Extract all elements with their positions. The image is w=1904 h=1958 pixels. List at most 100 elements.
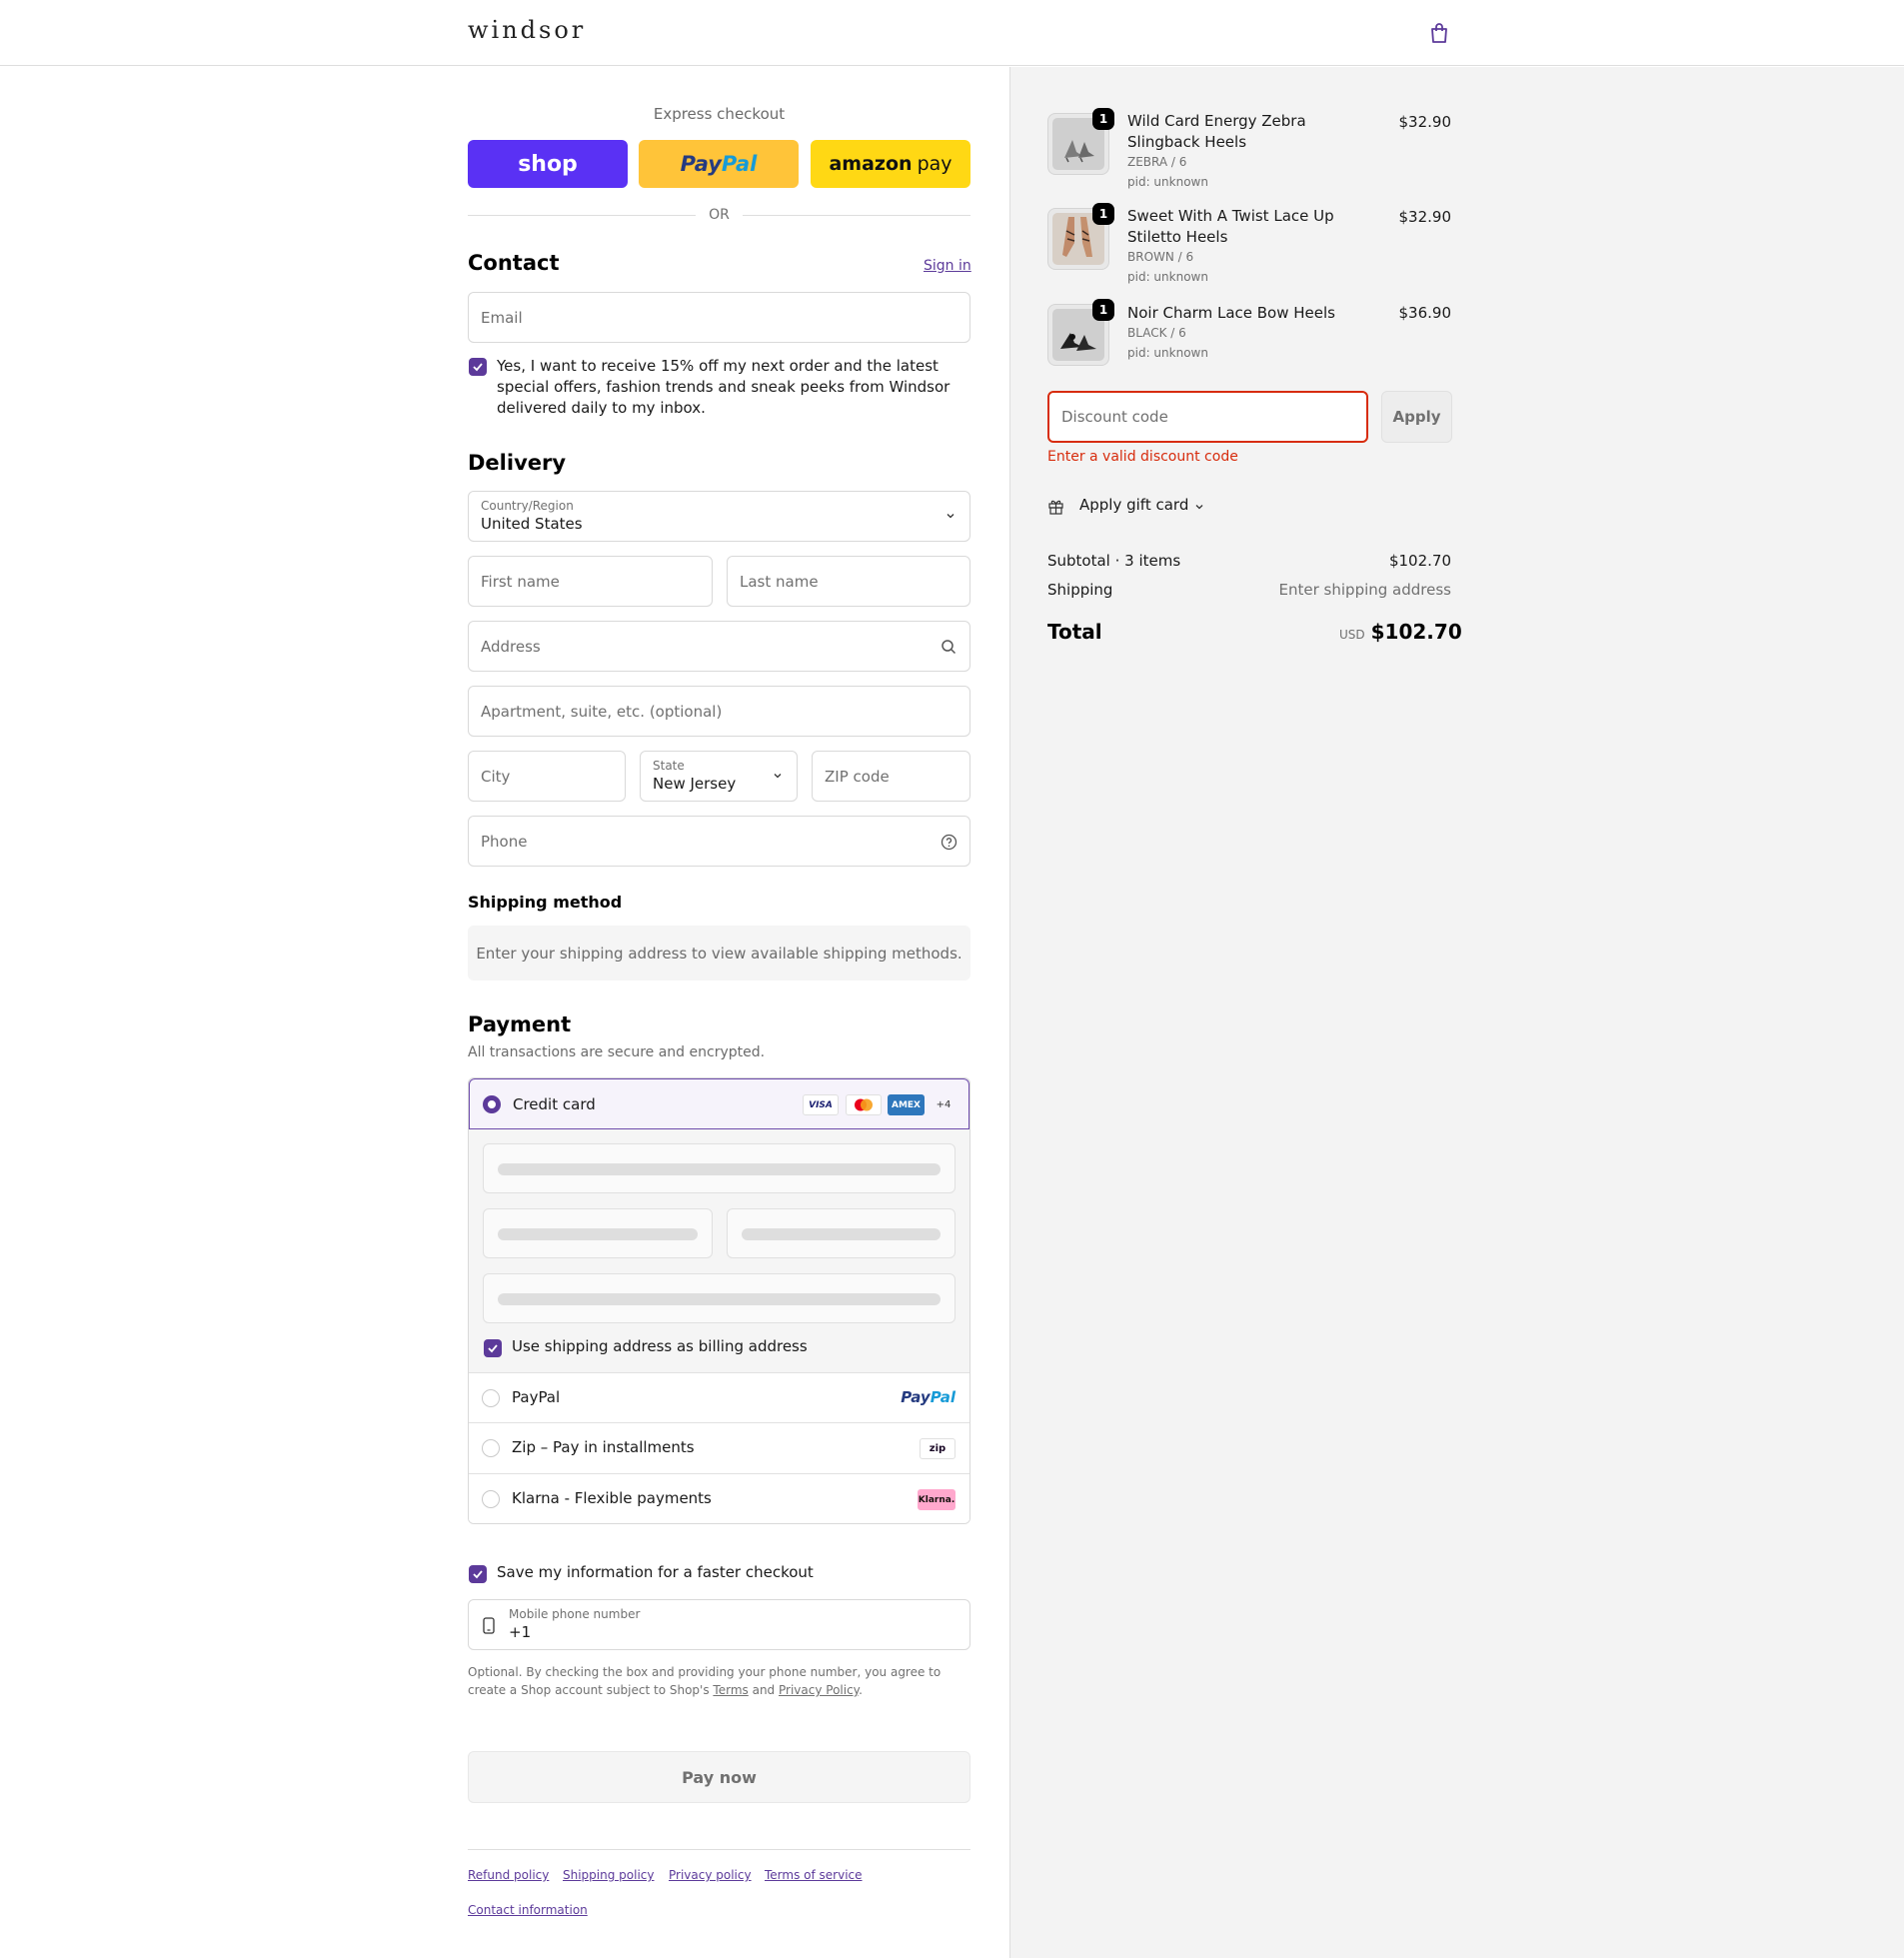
disclaimer-period: . <box>859 1683 863 1697</box>
address-field[interactable]: Address <box>468 621 970 672</box>
state-label: State <box>653 759 685 773</box>
billing-same-label: Use shipping address as billing address <box>512 1337 808 1355</box>
country-select[interactable]: Country/Region United States <box>468 491 970 542</box>
email-placeholder: Email <box>481 308 523 327</box>
zip-code-field[interactable]: ZIP code <box>812 751 970 802</box>
quantity-badge: 1 <box>1092 299 1114 321</box>
delivery-heading: Delivery <box>468 451 567 475</box>
payment-subtitle: All transactions are secure and encrypte… <box>468 1044 766 1060</box>
currency-code: USD <box>1339 628 1365 642</box>
zip-logo: zip <box>920 1438 955 1459</box>
discount-code-field[interactable]: Discount code <box>1047 391 1368 443</box>
email-field[interactable]: Email <box>468 292 970 343</box>
country-label: Country/Region <box>481 499 574 513</box>
paypal-logo-pal: Pal <box>721 152 758 176</box>
credit-card-form: Use shipping address as billing address <box>469 1129 969 1372</box>
phone-field[interactable]: Phone <box>468 816 970 867</box>
credit-card-option[interactable]: Credit card VISA AMEX +4 <box>469 1078 969 1129</box>
card-number-field[interactable] <box>483 1143 955 1193</box>
paypal-label: PayPal <box>512 1388 561 1406</box>
shipping-label: Shipping <box>1047 581 1113 599</box>
shipping-method-notice-text: Enter your shipping address to view avai… <box>476 944 962 963</box>
mobile-phone-icon <box>483 1617 495 1634</box>
disclaimer-and: and <box>752 1683 776 1697</box>
last-name-field[interactable]: Last name <box>727 556 970 607</box>
total-amount: USD $102.70 <box>1339 620 1462 644</box>
cart-item-price: $36.90 <box>1398 304 1452 322</box>
paypal-option[interactable]: PayPal PayPal <box>469 1372 969 1422</box>
chevron-down-icon <box>1195 505 1203 510</box>
terms-link[interactable]: Terms <box>713 1683 748 1697</box>
apply-gift-card-toggle[interactable]: Apply gift card <box>1047 496 1227 518</box>
zip-radio[interactable] <box>482 1439 500 1457</box>
shipping-value: Enter shipping address <box>1278 581 1451 599</box>
marketing-optin-checkbox[interactable] <box>469 358 487 376</box>
cart-item-name: Wild Card Energy Zebra Slingback Heels <box>1127 112 1306 151</box>
shop-pay-button[interactable]: shop <box>468 140 628 188</box>
quantity-badge: 1 <box>1092 203 1114 225</box>
cart-item-price: $32.90 <box>1398 113 1452 131</box>
first-name-field[interactable]: First name <box>468 556 713 607</box>
terms-of-service-link[interactable]: Terms of service <box>765 1868 863 1882</box>
payment-methods: Credit card VISA AMEX +4 Use shipping ad… <box>468 1077 970 1524</box>
subtotal-value: $102.70 <box>1388 552 1451 570</box>
more-cards-badge: +4 <box>936 1099 952 1110</box>
shopping-bag-icon[interactable] <box>1429 22 1449 44</box>
name-on-card-field[interactable] <box>483 1273 955 1323</box>
state-select[interactable]: State New Jersey <box>640 751 798 802</box>
contact-information-link[interactable]: Contact information <box>468 1903 588 1917</box>
visa-icon: VISA <box>803 1094 839 1115</box>
sign-in-link[interactable]: Sign in <box>924 258 971 274</box>
apply-discount-button[interactable]: Apply <box>1381 391 1452 443</box>
shipping-method-heading: Shipping method <box>468 893 623 912</box>
gift-icon <box>1048 500 1063 515</box>
shipping-method-notice: Enter your shipping address to view avai… <box>468 926 970 980</box>
windsor-logo[interactable]: windsor <box>468 16 586 44</box>
klarna-label: Klarna - Flexible payments <box>512 1489 712 1507</box>
product-thumbnail: 1 <box>1047 299 1114 366</box>
first-name-placeholder: First name <box>481 572 560 591</box>
klarna-logo: Klarna. <box>918 1489 955 1510</box>
cart-item-pid: pid: unknown <box>1127 270 1208 284</box>
privacy-policy-link[interactable]: Privacy Policy <box>779 1683 859 1697</box>
discount-error: Enter a valid discount code <box>1047 449 1238 465</box>
amazon-pay-button[interactable]: amazon pay <box>811 140 970 188</box>
save-info-checkbox[interactable] <box>469 1565 487 1583</box>
search-icon <box>942 640 956 655</box>
mobile-phone-value: +1 <box>509 1623 532 1641</box>
state-value: New Jersey <box>653 775 737 793</box>
city-field[interactable]: City <box>468 751 626 802</box>
mobile-phone-field[interactable]: Mobile phone number +1 <box>468 1599 970 1650</box>
checkmark-icon <box>473 1570 483 1579</box>
product-thumbnail: 1 <box>1047 203 1114 270</box>
or-divider: OR <box>468 205 970 225</box>
payment-heading: Payment <box>468 1012 572 1036</box>
cart-item-pid: pid: unknown <box>1127 346 1208 360</box>
billing-same-checkbox[interactable] <box>484 1339 502 1357</box>
shipping-policy-link[interactable]: Shipping policy <box>563 1868 655 1882</box>
zip-label: Zip – Pay in installments <box>512 1438 695 1456</box>
amazon-pay-text: pay <box>917 153 952 175</box>
city-placeholder: City <box>481 767 511 786</box>
credit-card-radio[interactable] <box>483 1095 501 1113</box>
paypal-express-button[interactable]: Pay Pal <box>639 140 799 188</box>
checkmark-icon <box>473 363 483 372</box>
klarna-radio[interactable] <box>482 1490 500 1508</box>
footer-divider <box>468 1849 970 1850</box>
country-value: United States <box>481 515 583 533</box>
zip-option[interactable]: Zip – Pay in installments zip <box>469 1422 969 1472</box>
paypal-radio[interactable] <box>482 1389 500 1407</box>
amazon-logo-text: amazon <box>829 153 913 175</box>
pay-now-label: Pay now <box>682 1767 757 1787</box>
checkmark-icon <box>488 1344 498 1353</box>
cart-item-name: Sweet With A Twist Lace Up Stiletto Heel… <box>1127 207 1334 246</box>
privacy-policy-footer-link[interactable]: Privacy policy <box>669 1868 752 1882</box>
security-code-field[interactable] <box>727 1208 955 1258</box>
expiry-field[interactable] <box>483 1208 713 1258</box>
help-icon[interactable] <box>941 834 957 851</box>
apply-label: Apply <box>1392 408 1441 426</box>
refund-policy-link[interactable]: Refund policy <box>468 1868 549 1882</box>
klarna-option[interactable]: Klarna - Flexible payments Klarna. <box>469 1473 969 1523</box>
pay-now-button[interactable]: Pay now <box>468 1751 970 1803</box>
apartment-field[interactable]: Apartment, suite, etc. (optional) <box>468 686 970 737</box>
